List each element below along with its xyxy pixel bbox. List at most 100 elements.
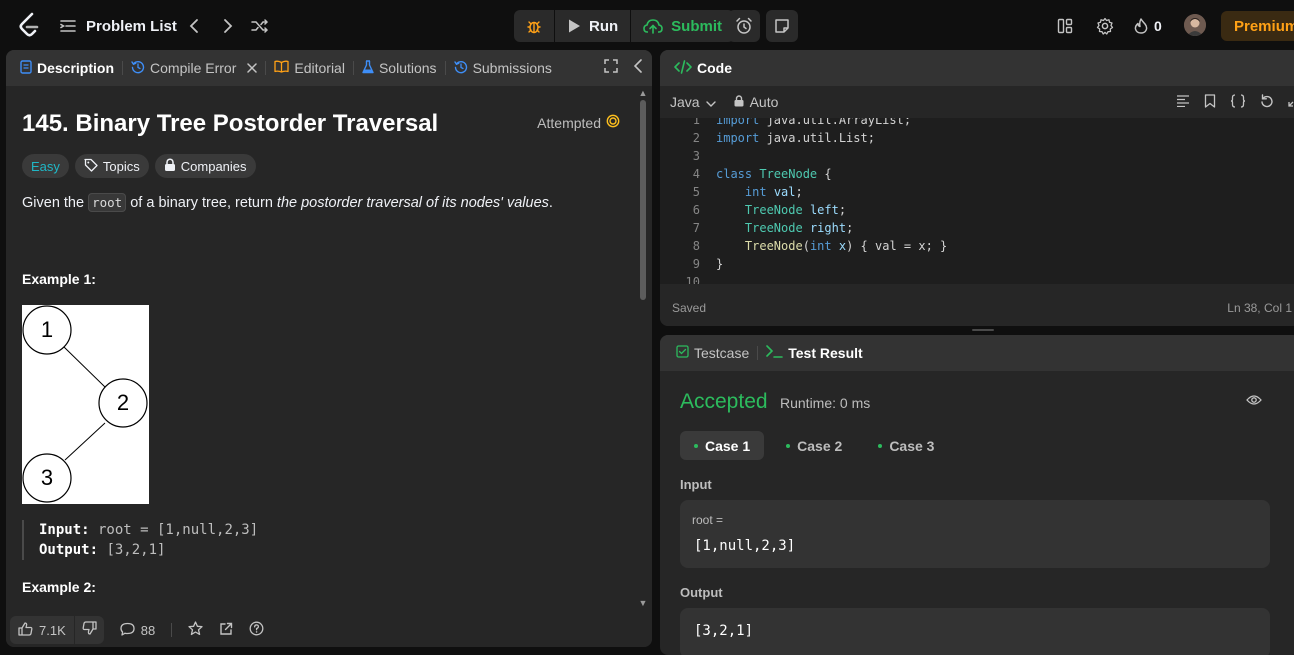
bookmark-icon[interactable] xyxy=(1204,93,1216,111)
line-content: TreeNode right; xyxy=(744,221,854,235)
tab-case-3[interactable]: Case 3 xyxy=(864,431,948,460)
line-number: 6 xyxy=(692,203,700,217)
favorite-button[interactable] xyxy=(188,621,203,639)
scrollbar[interactable]: ▲ ▼ xyxy=(638,88,648,608)
code-line[interactable]: 5 int val; xyxy=(660,183,1294,201)
code-line[interactable]: 9} xyxy=(660,255,1294,273)
check-circle-icon xyxy=(606,114,620,131)
topics-chip[interactable]: Topics xyxy=(74,154,149,178)
tab-editorial[interactable]: Editorial xyxy=(270,60,349,76)
fullscreen-icon[interactable] xyxy=(1288,94,1294,110)
chevron-left-icon[interactable] xyxy=(184,13,204,39)
editor-toolbar: Java Auto xyxy=(660,86,1294,118)
tab-case-2[interactable]: Case 2 xyxy=(772,431,856,460)
example-tree-image: 1 2 3 xyxy=(22,305,149,504)
line-number: 4 xyxy=(692,167,700,181)
tab-case-1[interactable]: Case 1 xyxy=(680,431,765,460)
scroll-down-icon[interactable]: ▼ xyxy=(638,598,648,608)
auto-mode-toggle[interactable]: Auto xyxy=(734,94,778,110)
expand-icon[interactable] xyxy=(604,58,618,78)
code-line[interactable]: 10 xyxy=(660,273,1294,284)
description-text: of a binary tree, return xyxy=(126,195,277,211)
line-number: 8 xyxy=(692,239,700,253)
line-content: TreeNode(int x) { val = x; } xyxy=(744,239,948,253)
output-box[interactable]: [3,2,1] xyxy=(680,608,1270,655)
panel-resize-handle[interactable] xyxy=(972,329,994,331)
shuffle-icon[interactable] xyxy=(250,13,270,39)
companies-chip[interactable]: Companies xyxy=(154,154,256,178)
premium-button[interactable]: Premium xyxy=(1221,11,1294,41)
help-button[interactable] xyxy=(249,621,264,639)
share-button[interactable] xyxy=(219,622,233,639)
collapse-icon[interactable] xyxy=(633,58,642,78)
close-icon[interactable] xyxy=(247,60,258,76)
code-line[interactable]: 3 xyxy=(660,147,1294,165)
code-line[interactable]: 2 import java.util.List; xyxy=(660,129,1294,147)
output-value: [3,2,1] xyxy=(694,623,754,639)
avatar[interactable] xyxy=(1184,14,1206,36)
tab-code[interactable]: Code xyxy=(670,59,736,77)
thumbs-down-icon xyxy=(82,620,97,640)
leetcode-logo-icon[interactable] xyxy=(16,12,42,38)
cursor-position: Ln 38, Col 1 xyxy=(1227,301,1292,315)
tree-node: 1 xyxy=(22,305,72,355)
editor-actions xyxy=(1176,86,1294,118)
line-number: 9 xyxy=(692,257,700,271)
code-line[interactable]: 7 TreeNode right; xyxy=(660,219,1294,237)
eye-icon[interactable] xyxy=(1246,393,1262,411)
code-line[interactable]: 6 TreeNode left; xyxy=(660,201,1294,219)
pass-dot xyxy=(694,443,698,448)
submit-button[interactable]: Submit xyxy=(630,10,734,42)
gear-icon[interactable] xyxy=(1094,13,1116,39)
tab-description[interactable]: Description xyxy=(16,59,118,77)
tab-compile-error[interactable]: Compile Error xyxy=(127,60,261,77)
code-line[interactable]: 1 import java.util.ArrayList; xyxy=(660,118,1294,129)
dislike-button[interactable] xyxy=(73,616,104,644)
description-tabs: Description Compile Error Editorial Solu… xyxy=(6,50,652,86)
description-panel: Description Compile Error Editorial Solu… xyxy=(6,50,652,647)
input-box[interactable]: root = [1,null,2,3] xyxy=(680,500,1270,568)
tree-node-label: 1 xyxy=(41,317,53,342)
debug-button[interactable] xyxy=(514,10,554,42)
streak-count: 0 xyxy=(1154,18,1162,34)
input-heading: Input xyxy=(680,477,712,492)
streak-counter[interactable]: 0 xyxy=(1134,13,1162,39)
line-number: 3 xyxy=(692,149,700,163)
line-content: TreeNode left; xyxy=(744,203,847,217)
like-count: 7.1K xyxy=(39,622,66,638)
play-icon xyxy=(567,18,581,34)
top-navigation-bar: Problem List Run Submit 0 Premium xyxy=(0,0,1294,50)
tab-testcase[interactable]: Testcase xyxy=(672,345,753,361)
timer-button[interactable] xyxy=(728,10,760,42)
line-content: } xyxy=(716,257,724,271)
format-icon[interactable] xyxy=(1176,94,1190,110)
language-select[interactable]: Java xyxy=(670,94,716,110)
output-heading: Output xyxy=(680,585,723,600)
reset-icon[interactable] xyxy=(1260,93,1274,111)
chevron-right-icon[interactable] xyxy=(218,13,238,39)
comments-button[interactable]: 88 xyxy=(120,622,155,639)
tab-test-result-label: Test Result xyxy=(788,345,863,361)
tab-submissions[interactable]: Submissions xyxy=(450,60,556,77)
tab-solutions[interactable]: Solutions xyxy=(358,59,441,77)
tab-compile-error-label: Compile Error xyxy=(150,60,237,76)
run-button[interactable]: Run xyxy=(554,10,630,42)
chevron-down-icon xyxy=(705,94,716,110)
layout-icon[interactable] xyxy=(1054,13,1076,39)
code-line[interactable]: 8 TreeNode(int x) { val = x; } xyxy=(660,237,1294,255)
saved-status: Saved xyxy=(672,301,707,315)
code-line[interactable]: 4 class TreeNode { xyxy=(660,165,1294,183)
difficulty-badge: Easy xyxy=(22,154,69,178)
code-editor[interactable]: 1 import java.util.ArrayList; 2 import java… xyxy=(660,118,1294,284)
tab-test-result[interactable]: Test Result xyxy=(762,345,866,361)
note-button[interactable] xyxy=(766,10,798,42)
history-icon xyxy=(453,60,468,77)
like-button[interactable]: 7.1K xyxy=(10,621,74,639)
tab-solutions-label: Solutions xyxy=(378,60,437,76)
alarm-icon xyxy=(735,17,753,35)
lock-icon xyxy=(164,158,176,175)
problem-list-button[interactable]: Problem List xyxy=(60,13,177,39)
scrollbar-thumb[interactable] xyxy=(640,100,646,300)
braces-icon[interactable] xyxy=(1230,93,1246,111)
scroll-up-icon[interactable]: ▲ xyxy=(638,88,648,98)
